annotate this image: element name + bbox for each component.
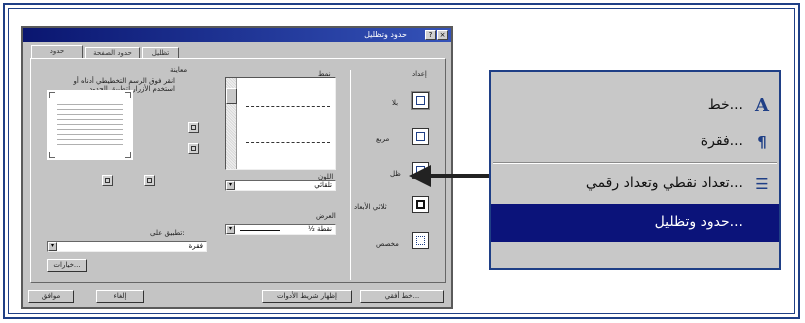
color-value: تلقائي bbox=[314, 181, 332, 189]
setting-box-button[interactable] bbox=[412, 128, 429, 145]
options-button[interactable]: خيارات... bbox=[47, 259, 87, 272]
question-icon[interactable]: ? bbox=[425, 30, 436, 40]
width-select[interactable]: ▾ ½ نقطة bbox=[225, 224, 336, 235]
bottom-border-button[interactable] bbox=[188, 143, 199, 154]
preview-label: معاينة bbox=[170, 66, 188, 74]
menu-separator bbox=[493, 162, 777, 164]
pointer-arrow-head bbox=[409, 165, 431, 187]
apply-to-value: فقرة bbox=[188, 242, 203, 250]
right-border-button[interactable] bbox=[144, 175, 155, 186]
color-select[interactable]: ▾ تلقائي bbox=[225, 180, 336, 191]
left-border-button[interactable] bbox=[102, 175, 113, 186]
corner-mark bbox=[125, 152, 131, 158]
setting-label: إعداد bbox=[412, 70, 427, 78]
corner-mark bbox=[49, 92, 55, 98]
setting-none-button[interactable] bbox=[412, 92, 429, 109]
font-A-icon: A bbox=[755, 95, 769, 116]
dialog-title: حدود وتظليل bbox=[364, 30, 407, 39]
width-label: العرض bbox=[316, 212, 336, 220]
apply-to-label: تطبيق على: bbox=[150, 229, 185, 237]
top-border-button[interactable] bbox=[188, 122, 199, 133]
chevron-down-icon: ▾ bbox=[48, 242, 57, 251]
menu-item-bullets[interactable]: تعداد نقطي وتعداد رقمي... ☰ bbox=[491, 168, 779, 200]
menu-item-font[interactable]: خط... A bbox=[491, 90, 779, 122]
preview-page[interactable] bbox=[47, 90, 133, 160]
setting-shadow-label: ظل bbox=[390, 170, 401, 178]
setting-custom-button[interactable] bbox=[412, 232, 429, 249]
close-icon[interactable]: × bbox=[437, 30, 448, 40]
style-option[interactable] bbox=[246, 142, 330, 143]
menu-item-paragraph[interactable]: فقرة... ¶ bbox=[491, 126, 779, 158]
menu-item-borders-shading-label: حدود وتظليل... bbox=[654, 214, 743, 230]
style-list[interactable] bbox=[225, 77, 336, 170]
menu-item-paragraph-label: فقرة... bbox=[700, 133, 743, 149]
horizontal-line-button[interactable]: خط أفقي... bbox=[360, 290, 444, 303]
cancel-button[interactable]: إلغاء bbox=[96, 290, 144, 303]
width-value: ½ نقطة bbox=[308, 225, 332, 233]
dialog-titlebar: حدود وتظليل ? × bbox=[23, 28, 451, 42]
scroll-thumb[interactable] bbox=[226, 88, 237, 104]
ok-button[interactable]: موافق bbox=[28, 290, 74, 303]
setting-custom-label: مخصص bbox=[376, 240, 399, 248]
corner-mark bbox=[49, 152, 55, 158]
style-list-scrollbar[interactable] bbox=[226, 78, 237, 169]
menu-item-bullets-label: تعداد نقطي وتعداد رقمي... bbox=[585, 175, 743, 191]
width-line-sample bbox=[240, 230, 280, 231]
divider bbox=[350, 70, 351, 280]
setting-3d-label: ثلاثي الأبعاد bbox=[354, 203, 387, 211]
format-menu: خط... A فقرة... ¶ تعداد نقطي وتعداد رقمي… bbox=[489, 70, 781, 270]
chevron-down-icon: ▾ bbox=[226, 181, 235, 190]
bullets-icon: ☰ bbox=[755, 175, 769, 193]
tab-borders[interactable]: حدود bbox=[31, 45, 83, 59]
style-option[interactable] bbox=[246, 106, 330, 107]
chevron-down-icon: ▾ bbox=[226, 225, 235, 234]
setting-3d-button[interactable] bbox=[412, 196, 429, 213]
toolbar-button[interactable]: إظهار شريط الأدوات bbox=[262, 290, 352, 303]
setting-none-label: بلا bbox=[392, 99, 399, 107]
setting-box-label: مربع bbox=[376, 135, 390, 143]
paragraph-icon: ¶ bbox=[757, 133, 767, 151]
corner-mark bbox=[125, 92, 131, 98]
apply-to-select[interactable]: ▾ فقرة bbox=[47, 241, 207, 252]
menu-item-font-label: خط... bbox=[707, 97, 743, 113]
menu-item-borders-shading[interactable]: حدود وتظليل... bbox=[491, 204, 779, 242]
